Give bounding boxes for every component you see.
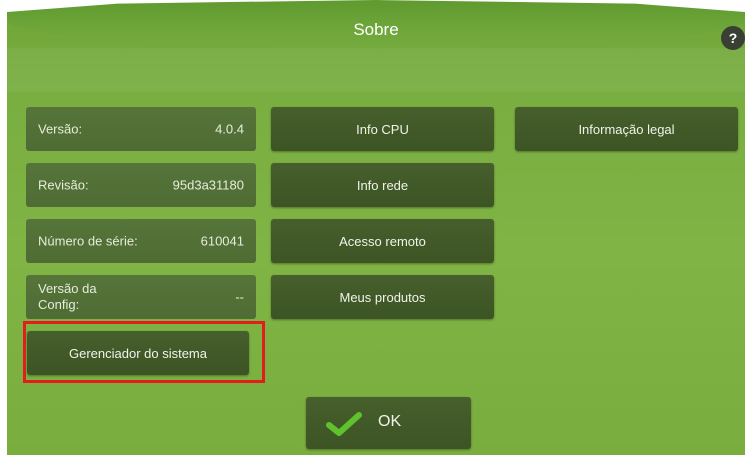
ok-button-label: OK [378, 413, 402, 430]
my-products-button-label: Meus produtos [339, 289, 426, 305]
legal-info-button[interactable]: Informação legal [515, 107, 738, 151]
title-panel [7, 48, 745, 92]
highlight-box [23, 321, 265, 383]
version-label: Versão: [38, 121, 83, 137]
config-version-box: Versão da Config: -- [26, 275, 256, 319]
checkmark-icon [326, 412, 362, 436]
network-info-button[interactable]: Info rede [271, 163, 494, 207]
config-version-value: -- [235, 289, 244, 305]
serial-number-value: 610041 [200, 233, 244, 249]
remote-access-button[interactable]: Acesso remoto [271, 219, 494, 263]
config-version-label: Versão da Config: [38, 281, 97, 313]
help-button[interactable]: ? [721, 26, 745, 50]
revision-label: Revisão: [38, 177, 89, 193]
remote-access-button-label: Acesso remoto [339, 233, 426, 249]
cpu-info-button-label: Info CPU [356, 121, 409, 137]
page-title: Sobre [353, 20, 399, 39]
config-version-label-line1: Versão da [38, 281, 97, 296]
ok-button[interactable]: OK [306, 397, 471, 449]
serial-number-box: Número de série: 610041 [26, 219, 256, 263]
cpu-info-button[interactable]: Info CPU [271, 107, 494, 151]
about-screen: Sobre Versão: 4.0.4 Revisão: 95d3a31180 … [7, 0, 745, 455]
revision-box: Revisão: 95d3a31180 [26, 163, 256, 207]
config-version-label-line2: Config: [38, 297, 80, 312]
revision-value: 95d3a31180 [172, 177, 244, 193]
version-box: Versão: 4.0.4 [26, 107, 256, 151]
network-info-button-label: Info rede [356, 177, 409, 193]
legal-info-button-label: Informação legal [578, 121, 675, 137]
version-value: 4.0.4 [215, 121, 244, 137]
my-products-button[interactable]: Meus produtos [271, 275, 494, 319]
serial-number-label: Número de série: [38, 233, 138, 249]
